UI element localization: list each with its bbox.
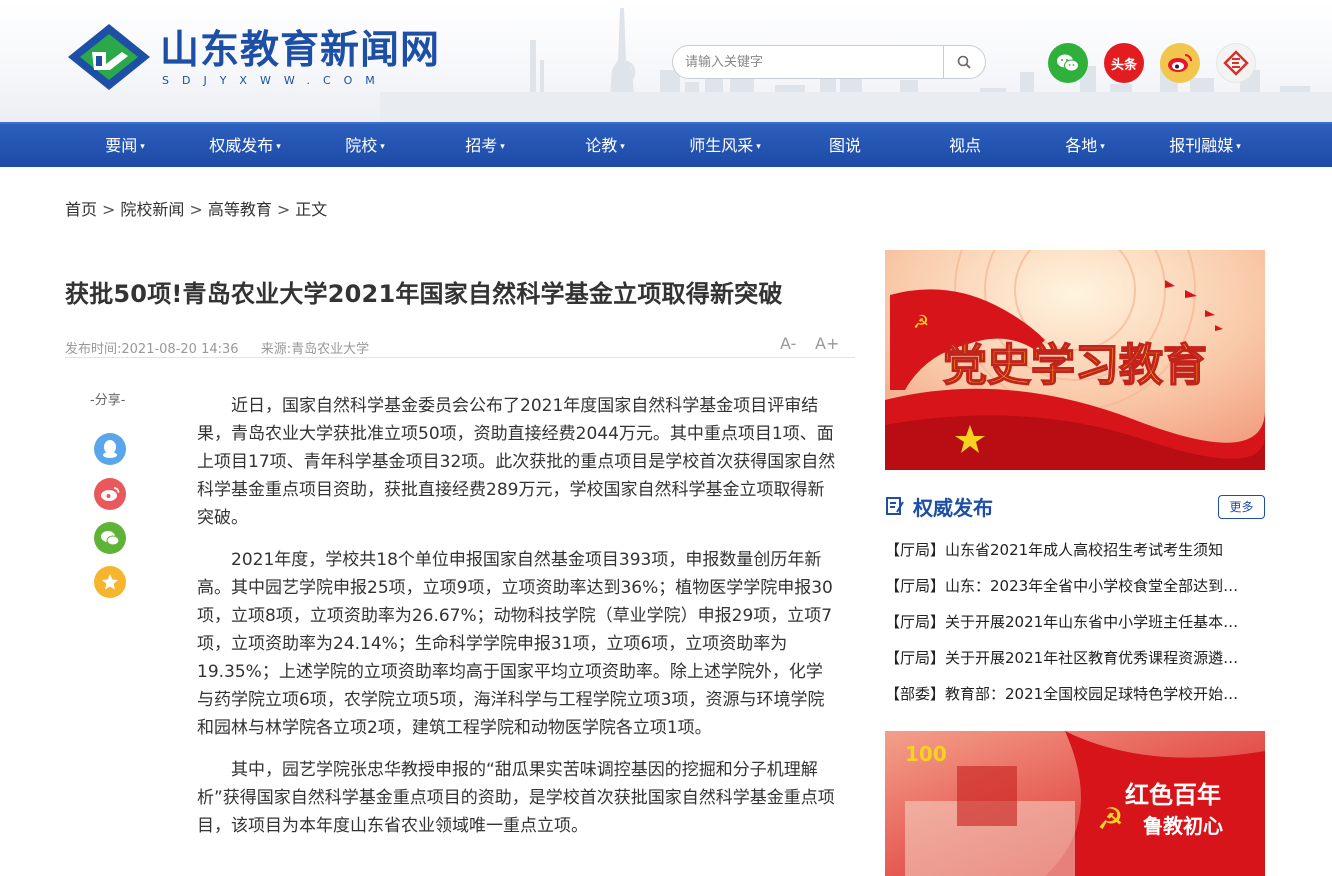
wechat-link[interactable] — [1048, 43, 1088, 83]
site-header: 山东教育新闻网 SDJYXWW.COM 头条 — [0, 0, 1332, 122]
epaper-icon — [1223, 50, 1249, 76]
share-label: -分享- — [90, 393, 126, 408]
party-history-banner[interactable]: ☭ 党史学习教育 — [885, 250, 1265, 470]
nav-item-people[interactable]: 师生风采 ▾ — [665, 124, 785, 167]
party-history-banner-image: ☭ 党史学习教育 — [885, 250, 1265, 470]
chevron-down-icon: ▾ — [1100, 142, 1105, 152]
share-qq-button[interactable] — [94, 433, 126, 465]
wechat-icon — [101, 531, 120, 546]
chevron-down-icon: ▾ — [500, 142, 505, 152]
svg-text:☭: ☭ — [1097, 802, 1124, 837]
breadcrumb-separator: > — [102, 200, 116, 219]
share-wechat-button[interactable] — [94, 522, 126, 554]
breadcrumb-home[interactable]: 首页 — [65, 200, 97, 219]
nav-item-viewpoint[interactable]: 视点 — [905, 124, 1025, 167]
more-button[interactable]: 更多 — [1218, 495, 1265, 519]
main-nav: 要闻 ▾ 权威发布 ▾ 院校 ▾ 招考 ▾ 论教 ▾ 师生风采 ▾ 图说 视点 各地 ▾ 报刊… — [0, 122, 1332, 167]
share-qzone-button[interactable] — [94, 566, 126, 598]
article-paragraph: 2021年度，学校共18个单位申报国家自然基金项目393项，申报数量创历年新高。… — [197, 550, 833, 738]
centenary-banner-line1: 红色百年 — [1125, 781, 1221, 809]
toutiao-link[interactable]: 头条 — [1104, 43, 1144, 83]
article-paragraph: 其中，园艺学院张忠华教授申报的“甜瓜果实苦味调控基因的挖掘和分子机理解析”获得国… — [197, 760, 835, 836]
share-weibo-button[interactable] — [94, 478, 126, 510]
breadcrumb-separator: > — [276, 200, 291, 219]
source-label: 来源: — [260, 342, 292, 357]
toutiao-icon: 头条 — [1110, 57, 1137, 73]
search-button[interactable] — [943, 46, 983, 78]
weibo-icon — [101, 487, 120, 501]
section-title: 权威发布 — [913, 496, 993, 520]
font-decrease-button[interactable]: A- — [780, 334, 796, 353]
breadcrumb-higher-education[interactable]: 高等教育 — [208, 200, 272, 219]
qq-icon — [103, 440, 117, 458]
chevron-down-icon: ▾ — [276, 142, 281, 152]
nav-item-photos[interactable]: 图说 — [785, 124, 905, 167]
site-domain: SDJYXWW.COM — [162, 73, 388, 87]
search-icon — [957, 55, 971, 69]
epaper-link[interactable] — [1216, 43, 1256, 83]
chevron-down-icon: ▾ — [1236, 142, 1241, 152]
authority-section-header: 权威发布 更多 — [885, 492, 1265, 522]
svg-text:☭: ☭ — [913, 312, 929, 333]
nav-item-exams[interactable]: 招考 ▾ — [425, 124, 545, 167]
font-increase-button[interactable]: A+ — [815, 334, 839, 353]
logo-emblem-icon — [68, 24, 150, 90]
breadcrumb-separator: > — [189, 200, 203, 219]
list-item[interactable]: 【部委】教育部：2021全国校园足球特色学校开始… — [885, 680, 1265, 716]
publish-label: 发布时间: — [65, 342, 122, 357]
publish-time: 2021-08-20 14:36 — [121, 342, 239, 357]
breadcrumb-school-news[interactable]: 院校新闻 — [120, 200, 184, 219]
centenary-banner[interactable]: 100 红色百年 鲁教初心 ☭ — [885, 731, 1265, 876]
centenary-number: 100 — [905, 742, 947, 766]
document-edit-icon — [886, 497, 904, 515]
search-box — [672, 45, 986, 79]
party-history-banner-text: 党史学习教育 — [943, 340, 1207, 391]
weibo-icon — [1168, 54, 1192, 72]
chevron-down-icon: ▾ — [380, 142, 385, 152]
search-input[interactable] — [685, 47, 943, 77]
list-item[interactable]: 【厅局】山东省2021年成人高校招生考试考生须知 — [885, 536, 1265, 572]
article-meta: 发布时间:2021-08-20 14:36 来源:青岛农业大学 A- A+ — [65, 334, 855, 358]
centenary-banner-image: 100 红色百年 鲁教初心 ☭ — [885, 731, 1265, 876]
source-value: 青岛农业大学 — [291, 342, 370, 357]
breadcrumb: 首页 > 院校新闻 > 高等教育 > 正文 — [65, 196, 327, 220]
star-icon — [102, 574, 118, 590]
chevron-down-icon: ▾ — [756, 142, 761, 152]
centenary-banner-line2: 鲁教初心 — [1143, 814, 1223, 838]
nav-item-media[interactable]: 报刊融媒 ▾ — [1145, 124, 1265, 167]
nav-item-schools[interactable]: 院校 ▾ — [305, 124, 425, 167]
nav-item-yaowen[interactable]: 要闻 ▾ — [65, 124, 185, 167]
wechat-icon — [1057, 54, 1079, 72]
list-item[interactable]: 【厅局】山东：2023年全省中小学校食堂全部达到… — [885, 572, 1265, 608]
breadcrumb-current: 正文 — [295, 200, 328, 219]
list-item[interactable]: 【厅局】关于开展2021年山东省中小学班主任基本… — [885, 608, 1265, 644]
site-logo[interactable]: 山东教育新闻网 SDJYXWW.COM — [66, 22, 440, 92]
chevron-down-icon: ▾ — [620, 142, 625, 152]
authority-news-list: 【厅局】山东省2021年成人高校招生考试考生须知 【厅局】山东：2023年全省中… — [885, 536, 1265, 716]
nav-item-regions[interactable]: 各地 ▾ — [1025, 124, 1145, 167]
article-title: 获批50项!青岛农业大学2021年国家自然科学基金立项取得新突破 — [65, 280, 783, 308]
chevron-down-icon: ▾ — [140, 142, 145, 152]
nav-item-opinion[interactable]: 论教 ▾ — [545, 124, 665, 167]
site-name: 山东教育新闻网 — [160, 26, 441, 73]
article-body: 近日，国家自然科学基金委员会公布了2021年度国家自然科学基金项目评审结果，青岛… — [197, 392, 837, 854]
article-paragraph: 近日，国家自然科学基金委员会公布了2021年度国家自然科学基金项目评审结果，青岛… — [197, 396, 836, 528]
nav-item-authority[interactable]: 权威发布 ▾ — [185, 124, 305, 167]
list-item[interactable]: 【厅局】关于开展2021年社区教育优秀课程资源遴… — [885, 644, 1265, 680]
weibo-link[interactable] — [1160, 43, 1200, 83]
